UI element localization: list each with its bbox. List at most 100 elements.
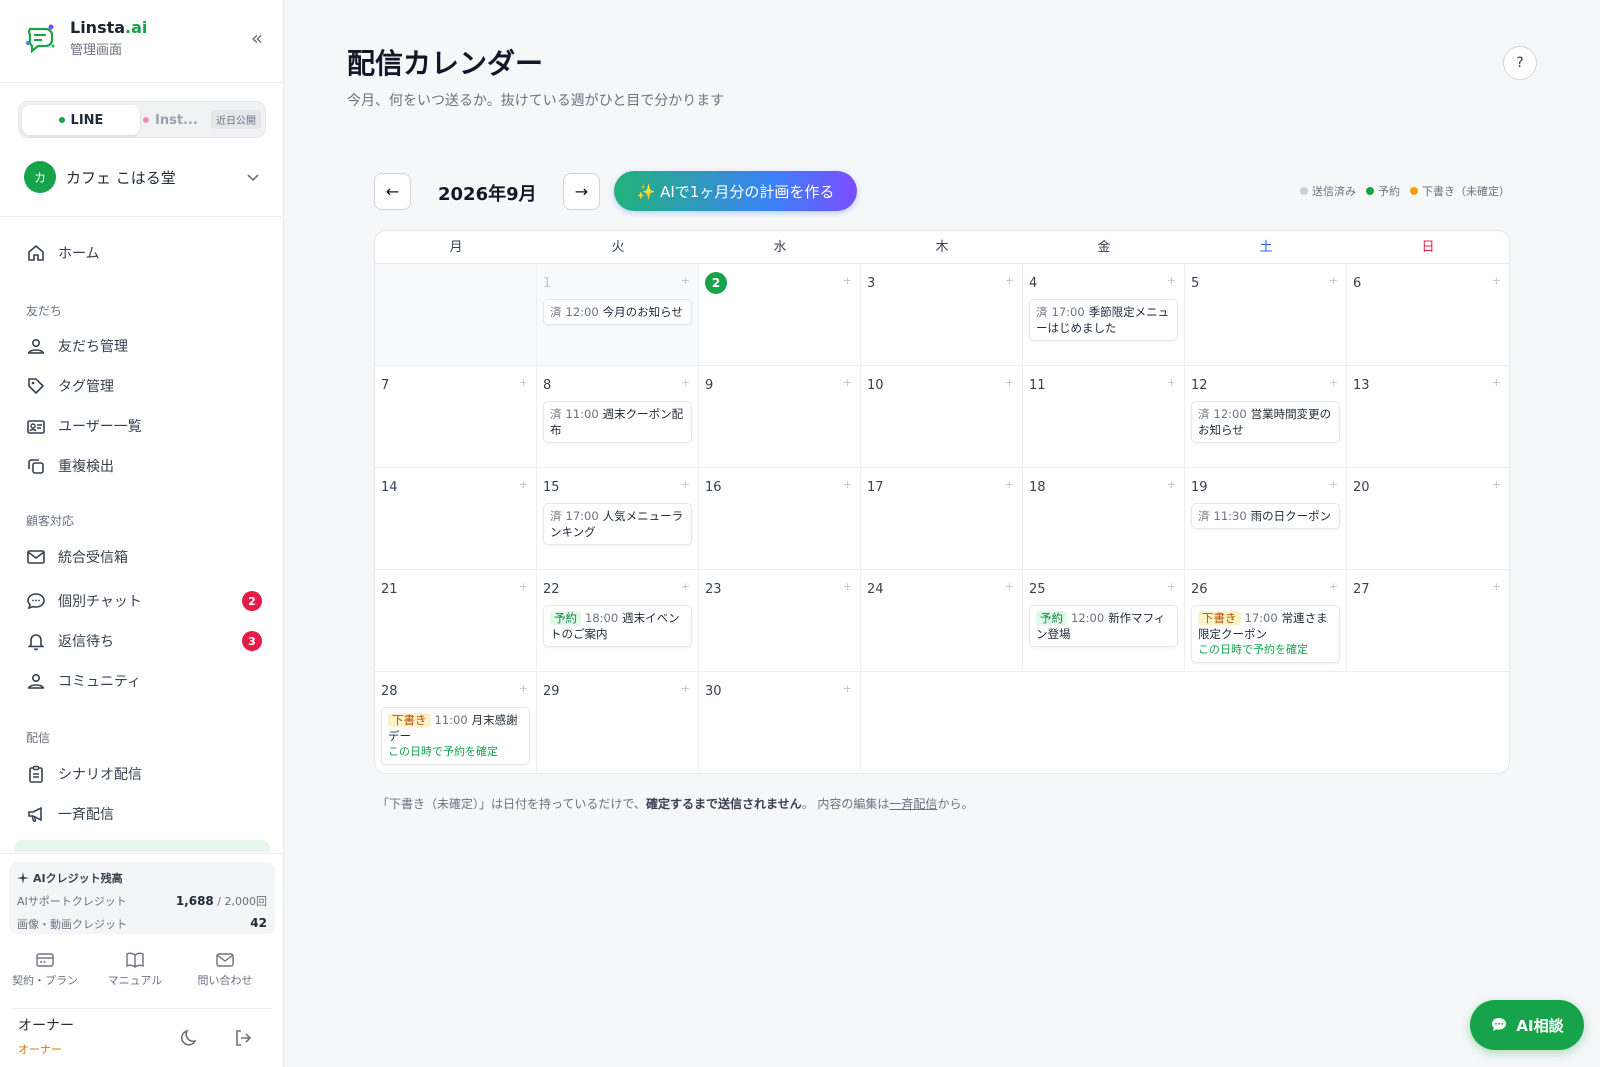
calendar-cell-day-2[interactable]: 2 +	[699, 264, 861, 366]
calendar-cell-day-25[interactable]: 25 + 予約 12:00 新作マフィン登場	[1023, 570, 1185, 672]
plan-link[interactable]: 契約・プラン	[0, 952, 90, 988]
calendar-cell-day-21[interactable]: 21 +	[375, 570, 537, 672]
nav-menu[interactable]: ホーム 友だち 友だち管理 タグ管理 ユーザー一覧 重複検出 顧客対応 統合受信…	[0, 232, 284, 852]
calendar-cell-day-11[interactable]: 11 +	[1023, 366, 1185, 468]
add-event-icon[interactable]: +	[681, 478, 690, 491]
calendar-cell-day-8[interactable]: 8 + 済 11:00 週末クーポン配布	[537, 366, 699, 468]
ai-chat-button[interactable]: AI相談	[1470, 1000, 1584, 1050]
add-event-icon[interactable]: +	[1167, 580, 1176, 593]
add-event-icon[interactable]: +	[519, 682, 528, 695]
add-event-icon[interactable]: +	[681, 580, 690, 593]
calendar-cell-day-27[interactable]: 27 +	[1347, 570, 1509, 672]
add-event-icon[interactable]: +	[843, 682, 852, 695]
add-event-icon[interactable]: +	[1329, 376, 1338, 389]
calendar-cell-day-15[interactable]: 15 + 済 17:00 人気メニューランキング	[537, 468, 699, 570]
manual-link[interactable]: マニュアル	[90, 952, 180, 988]
add-event-icon[interactable]: +	[1005, 274, 1014, 287]
calendar-cell-day-14[interactable]: 14 +	[375, 468, 537, 570]
brand[interactable]: Linsta.ai 管理画面	[24, 18, 147, 58]
nav-waiting[interactable]: 返信待ち 3	[26, 627, 262, 655]
event-card-sent[interactable]: 済 12:00 今月のお知らせ	[543, 299, 692, 325]
calendar-cell-day-23[interactable]: 23 +	[699, 570, 861, 672]
calendar-cell-day-7[interactable]: 7 +	[375, 366, 537, 468]
channel-instagram-tab[interactable]: Inst...	[143, 105, 205, 135]
calendar-cell-day-19[interactable]: 19 + 済 11:30 雨の日クーポン	[1185, 468, 1347, 570]
calendar-cell-day-24[interactable]: 24 +	[861, 570, 1023, 672]
add-event-icon[interactable]: +	[1492, 580, 1501, 593]
add-event-icon[interactable]: +	[843, 478, 852, 491]
confirm-schedule-link[interactable]: この日時で予約を確定	[388, 744, 523, 760]
nav-active-item[interactable]	[14, 840, 270, 852]
event-card-sent[interactable]: 済 17:00 季節限定メニューはじめました	[1029, 299, 1178, 341]
nav-tag-manage[interactable]: タグ管理	[26, 372, 262, 400]
add-event-icon[interactable]: +	[1329, 274, 1338, 287]
calendar-cell-day-5[interactable]: 5 +	[1185, 264, 1347, 366]
calendar-cell-day-10[interactable]: 10 +	[861, 366, 1023, 468]
prev-month-button[interactable]: ←	[374, 173, 411, 210]
add-event-icon[interactable]: +	[1005, 376, 1014, 389]
contact-link[interactable]: 問い合わせ	[180, 952, 270, 988]
event-card-sent[interactable]: 済 11:30 雨の日クーポン	[1191, 503, 1340, 529]
calendar-cell-day-28[interactable]: 28 + 下書き 11:00 月末感謝デー この日時で予約を確定	[375, 672, 537, 773]
add-event-icon[interactable]: +	[843, 274, 852, 287]
add-event-icon[interactable]: +	[681, 682, 690, 695]
nav-broadcast[interactable]: 一斉配信	[26, 800, 262, 828]
add-event-icon[interactable]: +	[519, 478, 528, 491]
calendar-cell-day-29[interactable]: 29 +	[537, 672, 699, 773]
confirm-schedule-link[interactable]: この日時で予約を確定	[1198, 642, 1333, 658]
ai-plan-button[interactable]: ✨ AIで1ヶ月分の計画を作る	[614, 171, 857, 211]
calendar-cell-day-17[interactable]: 17 +	[861, 468, 1023, 570]
calendar-cell-day-18[interactable]: 18 +	[1023, 468, 1185, 570]
add-event-icon[interactable]: +	[1005, 478, 1014, 491]
add-event-icon[interactable]: +	[1492, 274, 1501, 287]
add-event-icon[interactable]: +	[843, 580, 852, 593]
logout-icon[interactable]	[233, 1028, 253, 1048]
next-month-button[interactable]: →	[563, 173, 600, 210]
moon-icon[interactable]	[180, 1028, 200, 1048]
add-event-icon[interactable]: +	[1005, 580, 1014, 593]
calendar-cell-day-16[interactable]: 16 +	[699, 468, 861, 570]
nav-home[interactable]: ホーム	[26, 239, 262, 267]
nav-chat[interactable]: 個別チャット 2	[26, 587, 262, 615]
calendar-cell-day-22[interactable]: 22 + 予約 18:00 週末イベントのご案内	[537, 570, 699, 672]
calendar-cell-day-13[interactable]: 13 +	[1347, 366, 1509, 468]
calendar-cell-day-3[interactable]: 3 +	[861, 264, 1023, 366]
add-event-icon[interactable]: +	[1492, 376, 1501, 389]
account-selector[interactable]: カ カフェ こはる堂	[24, 161, 260, 193]
nav-friends-manage[interactable]: 友だち管理	[26, 332, 262, 360]
event-card-draft[interactable]: 下書き 11:00 月末感謝デー この日時で予約を確定	[381, 707, 530, 765]
add-event-icon[interactable]: +	[681, 376, 690, 389]
add-event-icon[interactable]: +	[519, 376, 528, 389]
calendar-cell-day-4[interactable]: 4 + 済 17:00 季節限定メニューはじめました	[1023, 264, 1185, 366]
nav-user-list[interactable]: ユーザー一覧	[26, 412, 262, 440]
add-event-icon[interactable]: +	[681, 274, 690, 287]
broadcast-link[interactable]: 一斉配信	[889, 797, 937, 811]
add-event-icon[interactable]: +	[1167, 376, 1176, 389]
add-event-icon[interactable]: +	[1492, 478, 1501, 491]
event-card-sent[interactable]: 済 12:00 営業時間変更のお知らせ	[1191, 401, 1340, 443]
collapse-sidebar-icon[interactable]: «	[246, 28, 268, 50]
nav-scenario[interactable]: シナリオ配信	[26, 760, 262, 788]
event-card-sent[interactable]: 済 17:00 人気メニューランキング	[543, 503, 692, 545]
calendar-cell-day-6[interactable]: 6 +	[1347, 264, 1509, 366]
event-card-draft[interactable]: 下書き 17:00 常連さま限定クーポン この日時で予約を確定	[1191, 605, 1340, 663]
calendar-cell-day-26[interactable]: 26 + 下書き 17:00 常連さま限定クーポン この日時で予約を確定	[1185, 570, 1347, 672]
add-event-icon[interactable]: +	[843, 376, 852, 389]
add-event-icon[interactable]: +	[1329, 478, 1338, 491]
add-event-icon[interactable]: +	[1167, 274, 1176, 287]
add-event-icon[interactable]: +	[519, 580, 528, 593]
calendar-cell-day-12[interactable]: 12 + 済 12:00 営業時間変更のお知らせ	[1185, 366, 1347, 468]
add-event-icon[interactable]: +	[1167, 478, 1176, 491]
help-button[interactable]: ?	[1503, 46, 1537, 80]
nav-community[interactable]: コミュニティ	[26, 667, 262, 695]
calendar-cell-day-1[interactable]: 1 + 済 12:00 今月のお知らせ	[537, 264, 699, 366]
calendar-cell-day-9[interactable]: 9 +	[699, 366, 861, 468]
calendar-cell-day-30[interactable]: 30 +	[699, 672, 861, 773]
event-card-scheduled[interactable]: 予約 18:00 週末イベントのご案内	[543, 605, 692, 647]
event-card-sent[interactable]: 済 11:00 週末クーポン配布	[543, 401, 692, 443]
calendar-cell-day-20[interactable]: 20 +	[1347, 468, 1509, 570]
channel-line-tab[interactable]: LINE	[22, 105, 140, 135]
nav-duplicate-detect[interactable]: 重複検出	[26, 452, 262, 480]
nav-inbox[interactable]: 統合受信箱	[26, 543, 262, 571]
add-event-icon[interactable]: +	[1329, 580, 1338, 593]
